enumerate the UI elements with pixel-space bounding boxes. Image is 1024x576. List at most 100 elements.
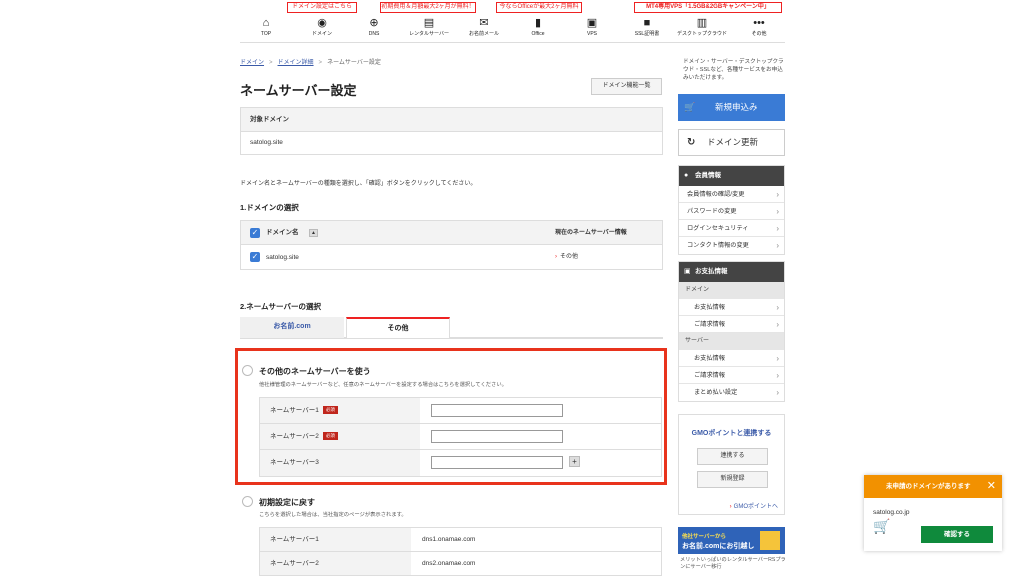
refresh-icon: ↻: [687, 137, 696, 148]
sidebar-item-password[interactable]: パスワードの変更 ›: [679, 203, 784, 220]
table-row: ネームサーバー2 dns2.onamae.com: [260, 552, 661, 576]
close-icon[interactable]: ✕: [987, 475, 996, 498]
default-ns1-value: dns1.onamae.com: [422, 536, 476, 543]
domain-icon: ◉: [317, 17, 327, 29]
home-icon: ⌂: [262, 17, 270, 29]
page-title: ネームサーバー設定: [240, 83, 357, 98]
table-row: ネームサーバー1 dns1.onamae.com: [260, 528, 661, 552]
ns2-label: ネームサーバー2: [270, 433, 319, 440]
ns1-input[interactable]: [431, 404, 563, 417]
table-row: ネームサーバー1 必須: [260, 398, 661, 424]
promo-server-free[interactable]: 初期費用＆月額最大2ヶ月が無料！: [380, 2, 476, 13]
add-ns-button[interactable]: +: [569, 456, 580, 467]
nav-vps[interactable]: ▣ VPS: [562, 16, 622, 38]
row-domain: satolog.site: [266, 254, 299, 261]
nav-top[interactable]: ⌂ TOP: [236, 16, 296, 38]
payment-server-label: サーバー: [679, 333, 784, 350]
breadcrumb-domain[interactable]: ドメイン: [240, 60, 264, 66]
promo-domain-setting[interactable]: ドメイン設定はこちら: [287, 2, 357, 13]
gmo-point-panel: GMOポイントと連携する 連携する 新規登録 › GMOポイントへ: [678, 414, 785, 515]
target-domain-box: 対象ドメイン satolog.site: [240, 107, 663, 155]
custom-ns-table: ネームサーバー1 必須 ネームサーバー2 必須 ネームサーバー3 +: [259, 397, 662, 477]
member-panel: ● 会員情報 会員情報の確認/変更 › パスワードの変更 › ログインセキュリティ › …: [678, 165, 785, 255]
chevron-right-icon: ›: [729, 504, 732, 510]
sidebar-item-contact[interactable]: コンタクト情報の変更 ›: [679, 237, 784, 254]
instruction-text: ドメイン名とネームサーバーの種類を選択し、「確認」ボタンをクリックしてください。: [240, 181, 477, 187]
default-ns-table: ネームサーバー1 dns1.onamae.com ネームサーバー2 dns2.o…: [259, 527, 662, 576]
domain-renew-button[interactable]: ↻ ドメイン更新: [678, 129, 785, 156]
pending-domain-popup: 未申請のドメインがあります ✕ satolog.co.jp 🛒 確認する: [864, 475, 1002, 551]
new-application-button[interactable]: 🛒 新規申込み: [678, 94, 785, 121]
chevron-right-icon: ›: [776, 224, 779, 233]
breadcrumb: ドメイン > ドメイン詳細 > ネームサーバー設定: [240, 60, 381, 66]
section-ns-select: 2.ネームサーバーの選択: [240, 302, 321, 311]
chevron-right-icon: ›: [776, 190, 779, 199]
radio-default-ns[interactable]: [242, 496, 253, 507]
nav-ssl[interactable]: ■ SSL証明書: [617, 16, 677, 38]
ns2-input[interactable]: [431, 430, 563, 443]
office-icon: ▮: [534, 17, 542, 29]
promo-vps-campaign[interactable]: MT4専用VPS「1.5GB&2GBキャンペーン中」: [634, 2, 782, 13]
gmo-point-title: GMOポイントと連携する: [691, 430, 772, 437]
gmo-point-link[interactable]: › GMOポイントへ: [730, 501, 778, 510]
section-domain-select: 1.ドメインの選択: [240, 203, 299, 212]
more-icon: •••: [753, 17, 765, 29]
sidebar-item-bulk-payment[interactable]: まとめ払い設定 ›: [679, 384, 784, 401]
table-row: ネームサーバー3 +: [260, 450, 661, 476]
target-domain-value: satolog.site: [250, 139, 283, 146]
sidebar-item-domain-payment[interactable]: お支払情報 ›: [679, 299, 784, 316]
row-current-ns[interactable]: › その他: [555, 245, 578, 270]
nav-rental-server[interactable]: ▤ レンタルサーバー: [399, 16, 459, 38]
sidebar-intro: ドメイン・サーバー・デスクトップクラウド・SSLなど、各種サービスをお申込みいた…: [683, 59, 784, 81]
sidebar-item-server-billing[interactable]: ご請求情報 ›: [679, 367, 784, 384]
nav-dns[interactable]: ⊕ DNS: [344, 16, 404, 38]
chevron-right-icon: ›: [776, 207, 779, 216]
tab-onamae[interactable]: お名前.com: [240, 317, 344, 338]
migration-banner[interactable]: 他社サーバーから お名前.comにお引越し: [678, 527, 785, 554]
promo-office-free[interactable]: 今ならOfficeが最大2ヶ月無料: [496, 2, 582, 13]
table-row: ✓ satolog.site › その他: [241, 245, 662, 270]
chart-icon: ▥: [696, 17, 708, 29]
confirm-button[interactable]: 確認する: [921, 526, 993, 543]
chevron-right-icon: ›: [776, 371, 779, 380]
breadcrumb-domain-detail[interactable]: ドメイン詳細: [278, 60, 314, 66]
domain-functions-button[interactable]: ドメイン機能一覧: [591, 78, 662, 95]
row-checkbox[interactable]: ✓: [250, 252, 260, 262]
nav-mail[interactable]: ✉ お名前メール: [454, 16, 514, 38]
tab-other[interactable]: その他: [346, 317, 450, 338]
global-nav: ⌂ TOP ◉ ドメイン ⊕ DNS ▤ レンタルサーバー ✉ お名前メール ▮ Offic…: [240, 16, 785, 40]
member-panel-title: 会員情報: [695, 172, 721, 179]
domain-table-header: ✓ ドメイン名 ▲ 現在のネームサーバー情報: [241, 221, 662, 245]
chevron-right-icon: ›: [776, 303, 779, 312]
option-default-title: 初期設定に戻す: [259, 498, 315, 507]
globe-icon: ⊕: [369, 17, 379, 29]
domain-table: ✓ ドメイン名 ▲ 現在のネームサーバー情報 ✓ satolog.site › そ…: [240, 220, 663, 270]
wallet-icon: ▣: [684, 268, 691, 275]
default-ns2-value: dns2.onamae.com: [422, 560, 476, 567]
nav-desktop-cloud[interactable]: ▥ デスクトップクラウド: [672, 16, 732, 38]
box-icon: [760, 531, 780, 550]
select-all-checkbox[interactable]: ✓: [250, 228, 260, 238]
ns3-label: ネームサーバー3: [270, 459, 319, 466]
nav-more[interactable]: ••• その他: [729, 16, 789, 38]
chevron-right-icon: ›: [555, 254, 557, 260]
ns3-input[interactable]: [431, 456, 563, 469]
gmo-register-button[interactable]: 新規登録: [697, 471, 768, 488]
nav-domain[interactable]: ◉ ドメイン: [292, 16, 352, 38]
sidebar-item-member-info[interactable]: 会員情報の確認/変更 ›: [679, 186, 784, 203]
sidebar-item-login-security[interactable]: ログインセキュリティ ›: [679, 220, 784, 237]
default-ns2-label: ネームサーバー2: [260, 552, 411, 575]
chevron-right-icon: ›: [776, 241, 779, 250]
sidebar-item-domain-billing[interactable]: ご請求情報 ›: [679, 316, 784, 333]
ns1-label: ネームサーバー1: [270, 407, 319, 414]
nav-office[interactable]: ▮ Office: [508, 16, 568, 38]
sidebar-item-server-payment[interactable]: お支払情報 ›: [679, 350, 784, 367]
sort-icon[interactable]: ▲: [309, 229, 318, 237]
chevron-right-icon: ›: [776, 354, 779, 363]
option-default-desc: こちらを選択した場合は、当社指定のページが表示されます。: [259, 512, 407, 518]
target-domain-header: 対象ドメイン: [241, 108, 662, 132]
cart-icon: 🛒: [873, 518, 891, 534]
payment-domain-label: ドメイン: [679, 282, 784, 299]
radio-other-ns[interactable]: [242, 365, 253, 376]
gmo-link-button[interactable]: 連携する: [697, 448, 768, 465]
